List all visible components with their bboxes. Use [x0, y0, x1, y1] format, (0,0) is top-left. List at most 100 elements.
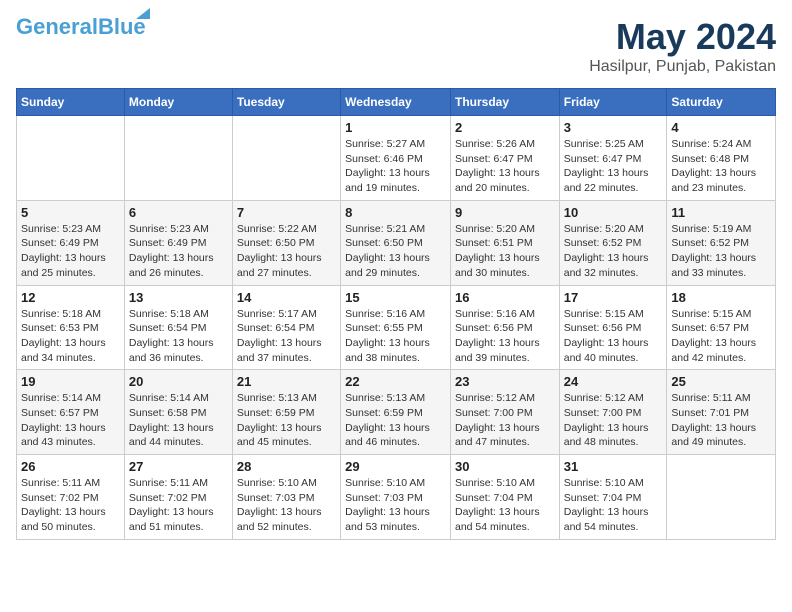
day-number: 13	[129, 290, 228, 305]
day-number: 23	[455, 374, 555, 389]
calendar-cell: 12Sunrise: 5:18 AM Sunset: 6:53 PM Dayli…	[17, 285, 125, 370]
day-info: Sunrise: 5:22 AM Sunset: 6:50 PM Dayligh…	[237, 222, 336, 281]
day-number: 10	[564, 205, 663, 220]
day-info: Sunrise: 5:13 AM Sunset: 6:59 PM Dayligh…	[345, 391, 446, 450]
day-info: Sunrise: 5:15 AM Sunset: 6:57 PM Dayligh…	[671, 307, 771, 366]
week-row-2: 12Sunrise: 5:18 AM Sunset: 6:53 PM Dayli…	[17, 285, 776, 370]
calendar-cell: 29 Sunrise: 5:10 AM Sunset: 7:03 PM Dayli…	[341, 455, 451, 540]
day-info: Sunrise: 5:27 AM Sunset: 6:46 PM Dayligh…	[345, 137, 446, 196]
day-number: 21	[237, 374, 336, 389]
calendar-cell: 25 Sunrise: 5:11 AM Sunset: 7:01 PM Dayli…	[667, 370, 776, 455]
calendar-cell: 4Sunrise: 5:24 AM Sunset: 6:48 PM Daylig…	[667, 116, 776, 201]
calendar-cell	[232, 116, 340, 201]
calendar-cell: 30 Sunrise: 5:10 AM Sunset: 7:04 PM Dayli…	[450, 455, 559, 540]
day-info: Sunrise: 5:20 AM Sunset: 6:51 PM Dayligh…	[455, 222, 555, 281]
calendar-subtitle: Hasilpur, Punjab, Pakistan	[589, 58, 776, 76]
day-number: 7	[237, 205, 336, 220]
calendar-cell: 5 Sunrise: 5:23 AM Sunset: 6:49 PM Daylig…	[17, 200, 125, 285]
day-info: Sunrise: 5:13 AM Sunset: 6:59 PM Dayligh…	[237, 391, 336, 450]
weekday-thursday: Thursday	[450, 89, 559, 116]
day-info: Sunrise: 5:20 AM Sunset: 6:52 PM Dayligh…	[564, 222, 663, 281]
weekday-sunday: Sunday	[17, 89, 125, 116]
day-number: 5	[21, 205, 120, 220]
day-number: 29	[345, 459, 446, 474]
calendar-cell: 18 Sunrise: 5:15 AM Sunset: 6:57 PM Dayli…	[667, 285, 776, 370]
day-info: Sunrise: 5:24 AM Sunset: 6:48 PM Dayligh…	[671, 137, 771, 196]
calendar-cell: 31 Sunrise: 5:10 AM Sunset: 7:04 PM Dayli…	[559, 455, 667, 540]
day-info: Sunrise: 5:14 AM Sunset: 6:57 PM Dayligh…	[21, 391, 120, 450]
calendar-cell: 1Sunrise: 5:27 AM Sunset: 6:46 PM Daylig…	[341, 116, 451, 201]
day-number: 11	[671, 205, 771, 220]
calendar-cell: 28Sunrise: 5:10 AM Sunset: 7:03 PM Dayli…	[232, 455, 340, 540]
calendar-cell: 27 Sunrise: 5:11 AM Sunset: 7:02 PM Dayli…	[124, 455, 232, 540]
calendar-cell: 16Sunrise: 5:16 AM Sunset: 6:56 PM Dayli…	[450, 285, 559, 370]
week-row-0: 1Sunrise: 5:27 AM Sunset: 6:46 PM Daylig…	[17, 116, 776, 201]
weekday-saturday: Saturday	[667, 89, 776, 116]
calendar-cell: 23 Sunrise: 5:12 AM Sunset: 7:00 PM Dayli…	[450, 370, 559, 455]
calendar-cell	[124, 116, 232, 201]
day-info: Sunrise: 5:14 AM Sunset: 6:58 PM Dayligh…	[129, 391, 228, 450]
calendar-title: May 2024	[589, 16, 776, 58]
calendar-cell: 21 Sunrise: 5:13 AM Sunset: 6:59 PM Dayli…	[232, 370, 340, 455]
calendar-cell: 13 Sunrise: 5:18 AM Sunset: 6:54 PM Dayli…	[124, 285, 232, 370]
logo-text: GeneralBlue	[16, 14, 146, 39]
day-number: 20	[129, 374, 228, 389]
weekday-tuesday: Tuesday	[232, 89, 340, 116]
day-info: Sunrise: 5:10 AM Sunset: 7:04 PM Dayligh…	[455, 476, 555, 535]
day-info: Sunrise: 5:12 AM Sunset: 7:00 PM Dayligh…	[564, 391, 663, 450]
calendar-cell: 19 Sunrise: 5:14 AM Sunset: 6:57 PM Dayli…	[17, 370, 125, 455]
weekday-monday: Monday	[124, 89, 232, 116]
day-info: Sunrise: 5:11 AM Sunset: 7:02 PM Dayligh…	[129, 476, 228, 535]
day-info: Sunrise: 5:10 AM Sunset: 7:04 PM Dayligh…	[564, 476, 663, 535]
day-info: Sunrise: 5:23 AM Sunset: 6:49 PM Dayligh…	[129, 222, 228, 281]
calendar-cell: 20 Sunrise: 5:14 AM Sunset: 6:58 PM Dayli…	[124, 370, 232, 455]
calendar-cell: 2Sunrise: 5:26 AM Sunset: 6:47 PM Daylig…	[450, 116, 559, 201]
weekday-header-row: SundayMondayTuesdayWednesdayThursdayFrid…	[17, 89, 776, 116]
calendar-cell: 8Sunrise: 5:21 AM Sunset: 6:50 PM Daylig…	[341, 200, 451, 285]
calendar-cell: 14Sunrise: 5:17 AM Sunset: 6:54 PM Dayli…	[232, 285, 340, 370]
day-info: Sunrise: 5:10 AM Sunset: 7:03 PM Dayligh…	[237, 476, 336, 535]
calendar-cell: 26 Sunrise: 5:11 AM Sunset: 7:02 PM Dayli…	[17, 455, 125, 540]
day-info: Sunrise: 5:23 AM Sunset: 6:49 PM Dayligh…	[21, 222, 120, 281]
day-number: 17	[564, 290, 663, 305]
day-number: 3	[564, 120, 663, 135]
day-info: Sunrise: 5:19 AM Sunset: 6:52 PM Dayligh…	[671, 222, 771, 281]
day-number: 2	[455, 120, 555, 135]
calendar-cell	[667, 455, 776, 540]
day-number: 27	[129, 459, 228, 474]
day-number: 19	[21, 374, 120, 389]
weekday-friday: Friday	[559, 89, 667, 116]
day-number: 18	[671, 290, 771, 305]
title-block: May 2024 Hasilpur, Punjab, Pakistan	[589, 16, 776, 76]
day-info: Sunrise: 5:12 AM Sunset: 7:00 PM Dayligh…	[455, 391, 555, 450]
day-info: Sunrise: 5:11 AM Sunset: 7:01 PM Dayligh…	[671, 391, 771, 450]
day-number: 22	[345, 374, 446, 389]
day-info: Sunrise: 5:25 AM Sunset: 6:47 PM Dayligh…	[564, 137, 663, 196]
day-info: Sunrise: 5:16 AM Sunset: 6:55 PM Dayligh…	[345, 307, 446, 366]
week-row-1: 5 Sunrise: 5:23 AM Sunset: 6:49 PM Daylig…	[17, 200, 776, 285]
calendar-cell: 11 Sunrise: 5:19 AM Sunset: 6:52 PM Dayli…	[667, 200, 776, 285]
day-number: 8	[345, 205, 446, 220]
day-number: 6	[129, 205, 228, 220]
calendar-cell: 7 Sunrise: 5:22 AM Sunset: 6:50 PM Daylig…	[232, 200, 340, 285]
calendar-cell: 24 Sunrise: 5:12 AM Sunset: 7:00 PM Dayli…	[559, 370, 667, 455]
day-info: Sunrise: 5:18 AM Sunset: 6:54 PM Dayligh…	[129, 307, 228, 366]
day-number: 24	[564, 374, 663, 389]
calendar-cell: 15Sunrise: 5:16 AM Sunset: 6:55 PM Dayli…	[341, 285, 451, 370]
day-info: Sunrise: 5:10 AM Sunset: 7:03 PM Dayligh…	[345, 476, 446, 535]
day-number: 25	[671, 374, 771, 389]
week-row-3: 19 Sunrise: 5:14 AM Sunset: 6:57 PM Dayli…	[17, 370, 776, 455]
calendar-cell: 10 Sunrise: 5:20 AM Sunset: 6:52 PM Dayli…	[559, 200, 667, 285]
day-info: Sunrise: 5:17 AM Sunset: 6:54 PM Dayligh…	[237, 307, 336, 366]
calendar-cell: 9Sunrise: 5:20 AM Sunset: 6:51 PM Daylig…	[450, 200, 559, 285]
week-row-4: 26 Sunrise: 5:11 AM Sunset: 7:02 PM Dayli…	[17, 455, 776, 540]
day-info: Sunrise: 5:11 AM Sunset: 7:02 PM Dayligh…	[21, 476, 120, 535]
day-number: 30	[455, 459, 555, 474]
calendar-cell: 17Sunrise: 5:15 AM Sunset: 6:56 PM Dayli…	[559, 285, 667, 370]
logo: GeneralBlue	[16, 16, 146, 39]
day-info: Sunrise: 5:16 AM Sunset: 6:56 PM Dayligh…	[455, 307, 555, 366]
calendar-cell: 22 Sunrise: 5:13 AM Sunset: 6:59 PM Dayli…	[341, 370, 451, 455]
day-number: 31	[564, 459, 663, 474]
calendar-cell	[17, 116, 125, 201]
day-number: 26	[21, 459, 120, 474]
